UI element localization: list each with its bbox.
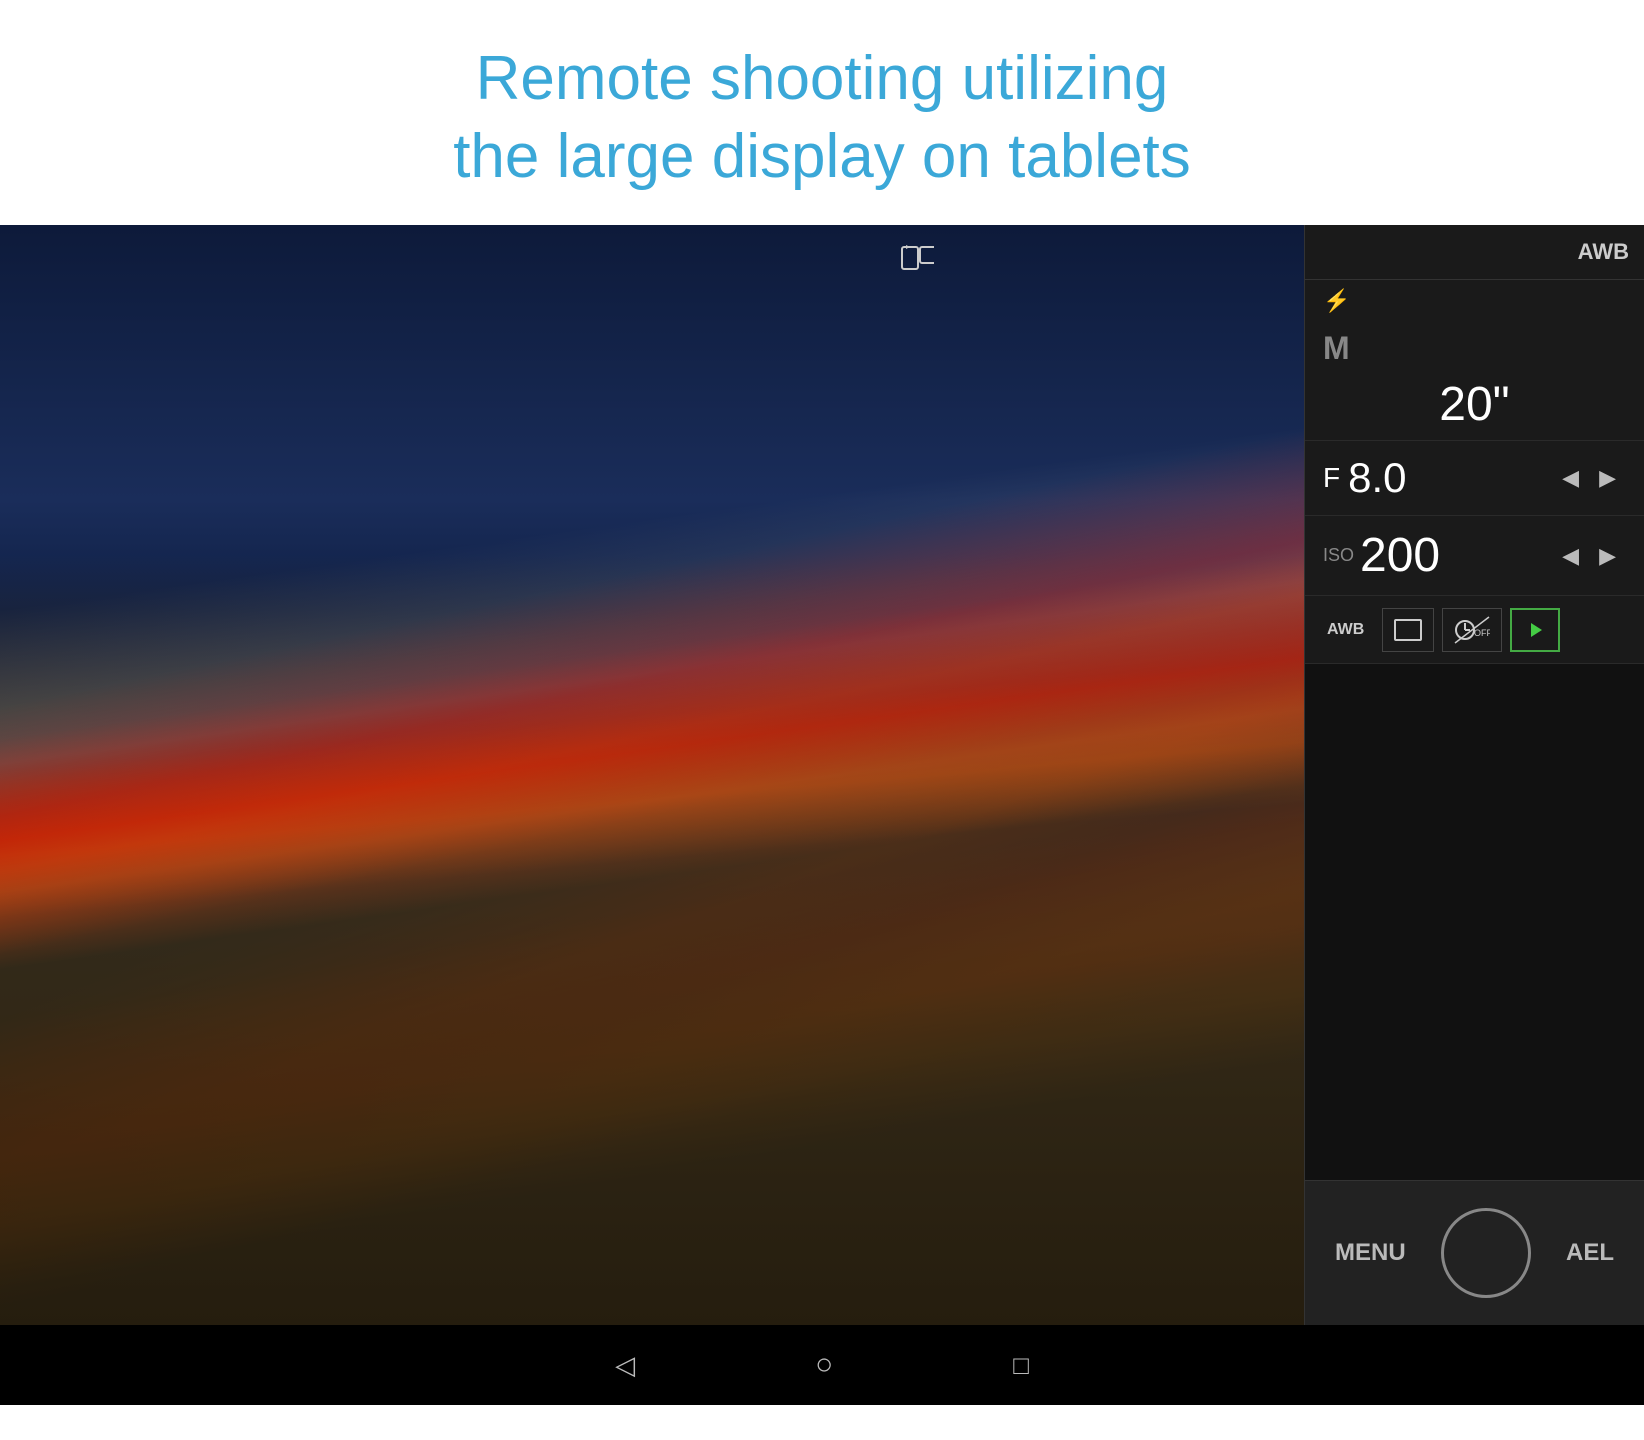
iso-value: 200 [1360, 528, 1552, 583]
fstop-row: F 8.0 ◀ ▶ [1305, 441, 1644, 516]
iso-decrease-button[interactable]: ◀ [1552, 537, 1589, 575]
mode-label: M [1323, 330, 1350, 366]
title-line1: Remote shooting utilizing [476, 44, 1169, 113]
light-streaks [0, 225, 1304, 1325]
flash-area: ⚡ [1305, 280, 1644, 322]
fstop-value: 8.0 [1348, 454, 1552, 502]
awb-top-label: AWB [1578, 239, 1629, 265]
shutter-release-button[interactable] [1441, 1208, 1531, 1298]
shutter-speed-value: 20" [1439, 378, 1509, 431]
controls-spacer [1305, 664, 1644, 1180]
shutter-speed-area: 20" [1305, 372, 1644, 441]
bottom-controls: MENU AEL [1305, 1180, 1644, 1325]
title-area: Remote shooting utilizing the large disp… [0, 0, 1644, 225]
page-title: Remote shooting utilizing the large disp… [200, 40, 1444, 195]
photo-top-icons [900, 243, 934, 280]
awb-setting-button[interactable]: AWB [1317, 608, 1374, 652]
back-nav-button[interactable]: ◁ [615, 1350, 635, 1381]
iso-row: ISO 200 ◀ ▶ [1305, 516, 1644, 596]
fstop-decrease-button[interactable]: ◀ [1552, 459, 1589, 497]
ael-button[interactable]: AEL [1566, 1239, 1614, 1267]
photo-preview [0, 225, 1304, 1325]
menu-button[interactable]: MENU [1335, 1239, 1406, 1267]
rotate-portrait-icon[interactable] [900, 243, 934, 280]
rectangle-setting-button[interactable] [1382, 608, 1434, 652]
controls-panel: AWB ⚡ M 20" F 8.0 ◀ ▶ ISO [1304, 225, 1644, 1325]
photo-top-overlay [0, 225, 1304, 285]
photo-scene [0, 225, 1304, 1325]
title-line2: the large display on tablets [453, 122, 1191, 191]
play-setting-button[interactable] [1510, 608, 1560, 652]
home-nav-button[interactable]: ○ [815, 1348, 833, 1382]
fstop-increase-button[interactable]: ▶ [1589, 459, 1626, 497]
navigation-bar: ◁ ○ □ [0, 1325, 1644, 1405]
iso-increase-button[interactable]: ▶ [1589, 537, 1626, 575]
settings-row: AWB OFF [1305, 596, 1644, 664]
iso-label: ISO [1323, 545, 1354, 566]
camera-area: AWB ⚡ M 20" F 8.0 ◀ ▶ ISO [0, 225, 1644, 1325]
fstop-label: F [1323, 462, 1340, 494]
svg-text:OFF: OFF [1474, 628, 1490, 638]
awb-top-bar: AWB [1305, 225, 1644, 280]
flash-icon[interactable]: ⚡ [1323, 288, 1350, 313]
coff-setting-button[interactable]: OFF [1442, 608, 1502, 652]
mode-area: M [1305, 322, 1644, 372]
device-frame: AWB ⚡ M 20" F 8.0 ◀ ▶ ISO [0, 225, 1644, 1405]
recent-nav-button[interactable]: □ [1013, 1350, 1029, 1381]
